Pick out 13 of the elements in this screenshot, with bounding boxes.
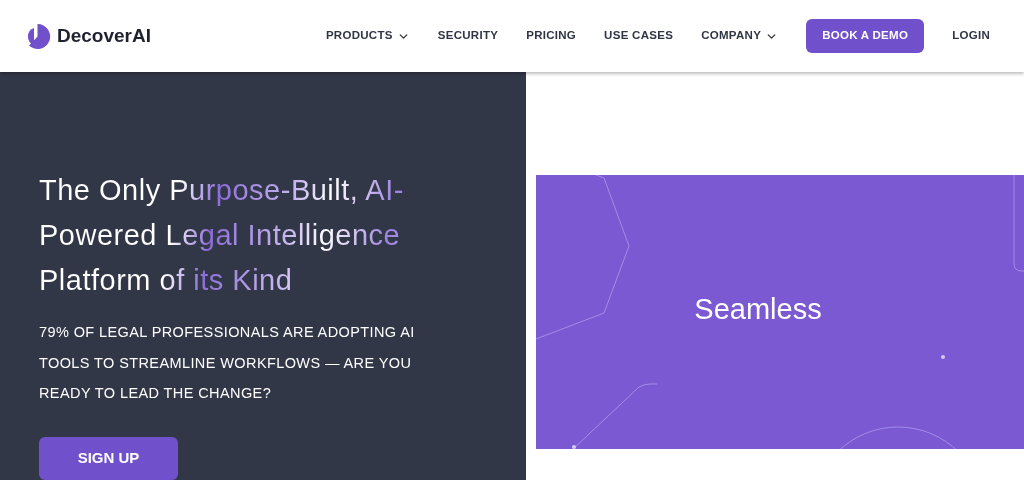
nav-link[interactable]: LOGIN (952, 27, 990, 45)
nav-link[interactable]: SECURITY (437, 27, 499, 45)
nav-dropdown[interactable]: PRODUCTS (325, 27, 410, 45)
nav-link[interactable]: USE CASES (604, 27, 674, 45)
brand-name: DecoverAI (57, 23, 151, 48)
banner-title: Seamless (694, 292, 822, 328)
sign-up-button[interactable]: SIGN UP (39, 436, 178, 480)
hero-subheading: 79% OF LEGAL PROFESSIONALS ARE ADOPTING AI TOOLS TO STREAMLINE WORKFLOWS — ARE YOU READY TO LEAD THE CHANGE? (39, 323, 416, 403)
dot (941, 355, 945, 359)
nav-link[interactable]: PRICING (526, 27, 577, 45)
dot (572, 445, 576, 449)
book-demo-button[interactable]: BOOK A DEMO (806, 19, 925, 53)
nav-dropdown[interactable]: COMPANY (701, 27, 779, 45)
